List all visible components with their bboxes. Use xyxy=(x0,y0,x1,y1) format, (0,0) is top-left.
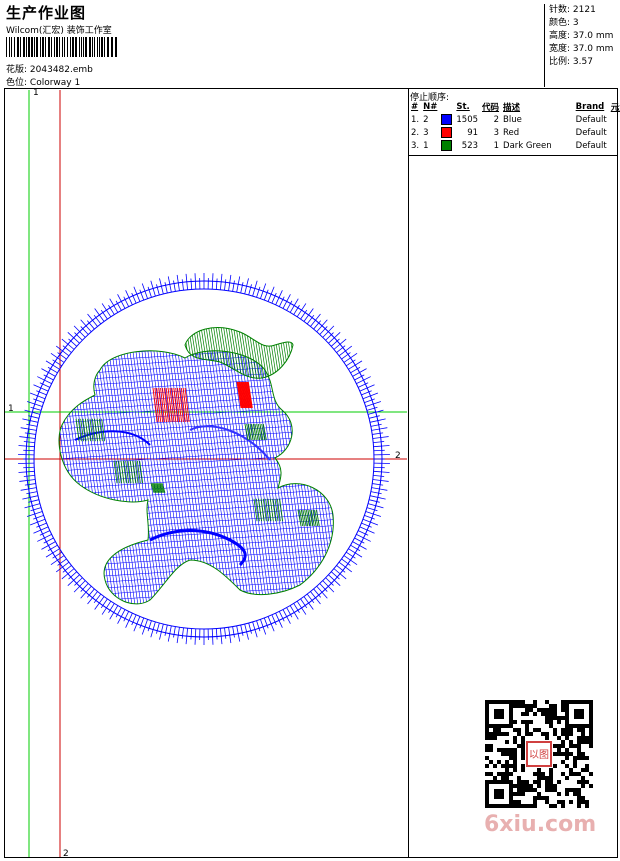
guide-label-v1: 1 xyxy=(33,88,39,98)
qr-code: 以图 xyxy=(485,700,593,808)
guide-label-h1: 1 xyxy=(8,404,14,414)
watermark: 6xiu.com xyxy=(484,812,597,837)
leaf-outline xyxy=(184,327,294,379)
blue-fill-stitches xyxy=(59,350,334,604)
green-outline xyxy=(58,350,334,605)
guide-label-h2: 2 xyxy=(395,451,401,461)
svg-text:以图: 以图 xyxy=(529,749,549,761)
guide-label-v2: 2 xyxy=(63,849,69,859)
